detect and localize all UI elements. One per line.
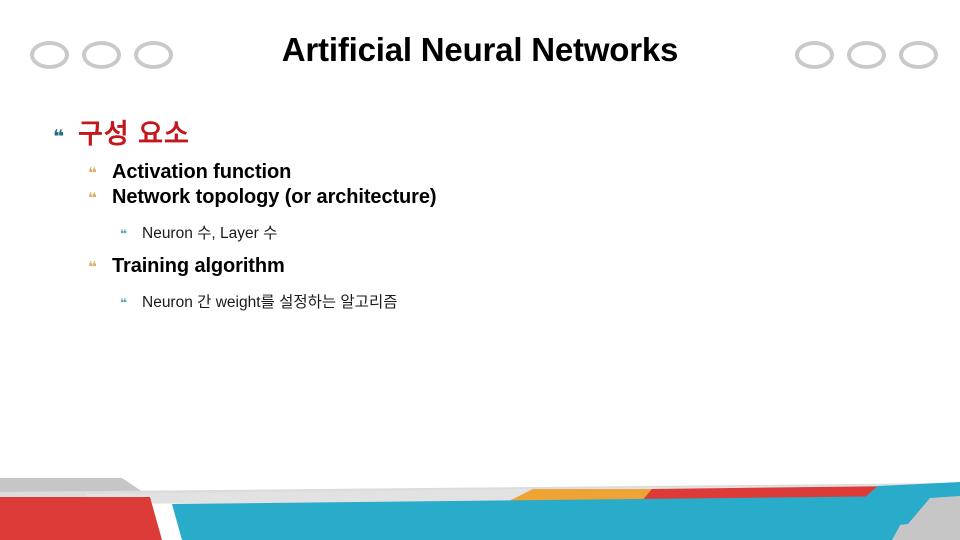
presentation-slide: Artificial Neural Networks ❝ 구성 요소 ❝ Act… <box>0 0 960 540</box>
ring-icon <box>795 41 834 69</box>
band-red-left <box>0 497 162 540</box>
bullet-marker-icon: ❝ <box>53 126 65 148</box>
footer-bands-graphic <box>0 478 960 540</box>
bullet-item-level3: ❝ Neuron 수, Layer 수 <box>0 221 960 243</box>
bullet-text: 구성 요소 <box>78 119 190 149</box>
slide-body: ❝ 구성 요소 ❝ Activation function ❝ Network … <box>0 112 960 314</box>
bullet-item-level2: ❝ Activation function <box>0 161 960 184</box>
bullet-item-level1: ❝ 구성 요소 <box>0 112 960 151</box>
bullet-text: Training algorithm <box>112 255 285 277</box>
bullet-text: Network topology (or architecture) <box>112 186 437 208</box>
ring-icon <box>899 41 938 69</box>
bullet-item-level3: ❝ Neuron 간 weight를 설정하는 알고리즘 <box>0 290 960 312</box>
bullet-marker-icon: ❝ <box>88 189 97 207</box>
bullet-item-level2: ❝ Training algorithm <box>0 255 960 278</box>
bullet-text: Neuron 수, Layer 수 <box>142 225 278 242</box>
bullet-item-level2: ❝ Network topology (or architecture) <box>0 186 960 209</box>
footer-decoration <box>0 470 960 540</box>
band-gray-upper-left <box>0 478 143 492</box>
bullet-marker-icon: ❝ <box>88 164 97 182</box>
ring-icon <box>847 41 886 69</box>
bullet-marker-icon: ❝ <box>88 258 97 276</box>
decorative-rings-right <box>795 41 938 69</box>
bullet-marker-icon: ❝ <box>120 227 128 241</box>
bullet-marker-icon: ❝ <box>120 296 128 310</box>
bullet-text: Activation function <box>112 161 292 183</box>
bullet-text: Neuron 간 weight를 설정하는 알고리즘 <box>142 294 398 311</box>
